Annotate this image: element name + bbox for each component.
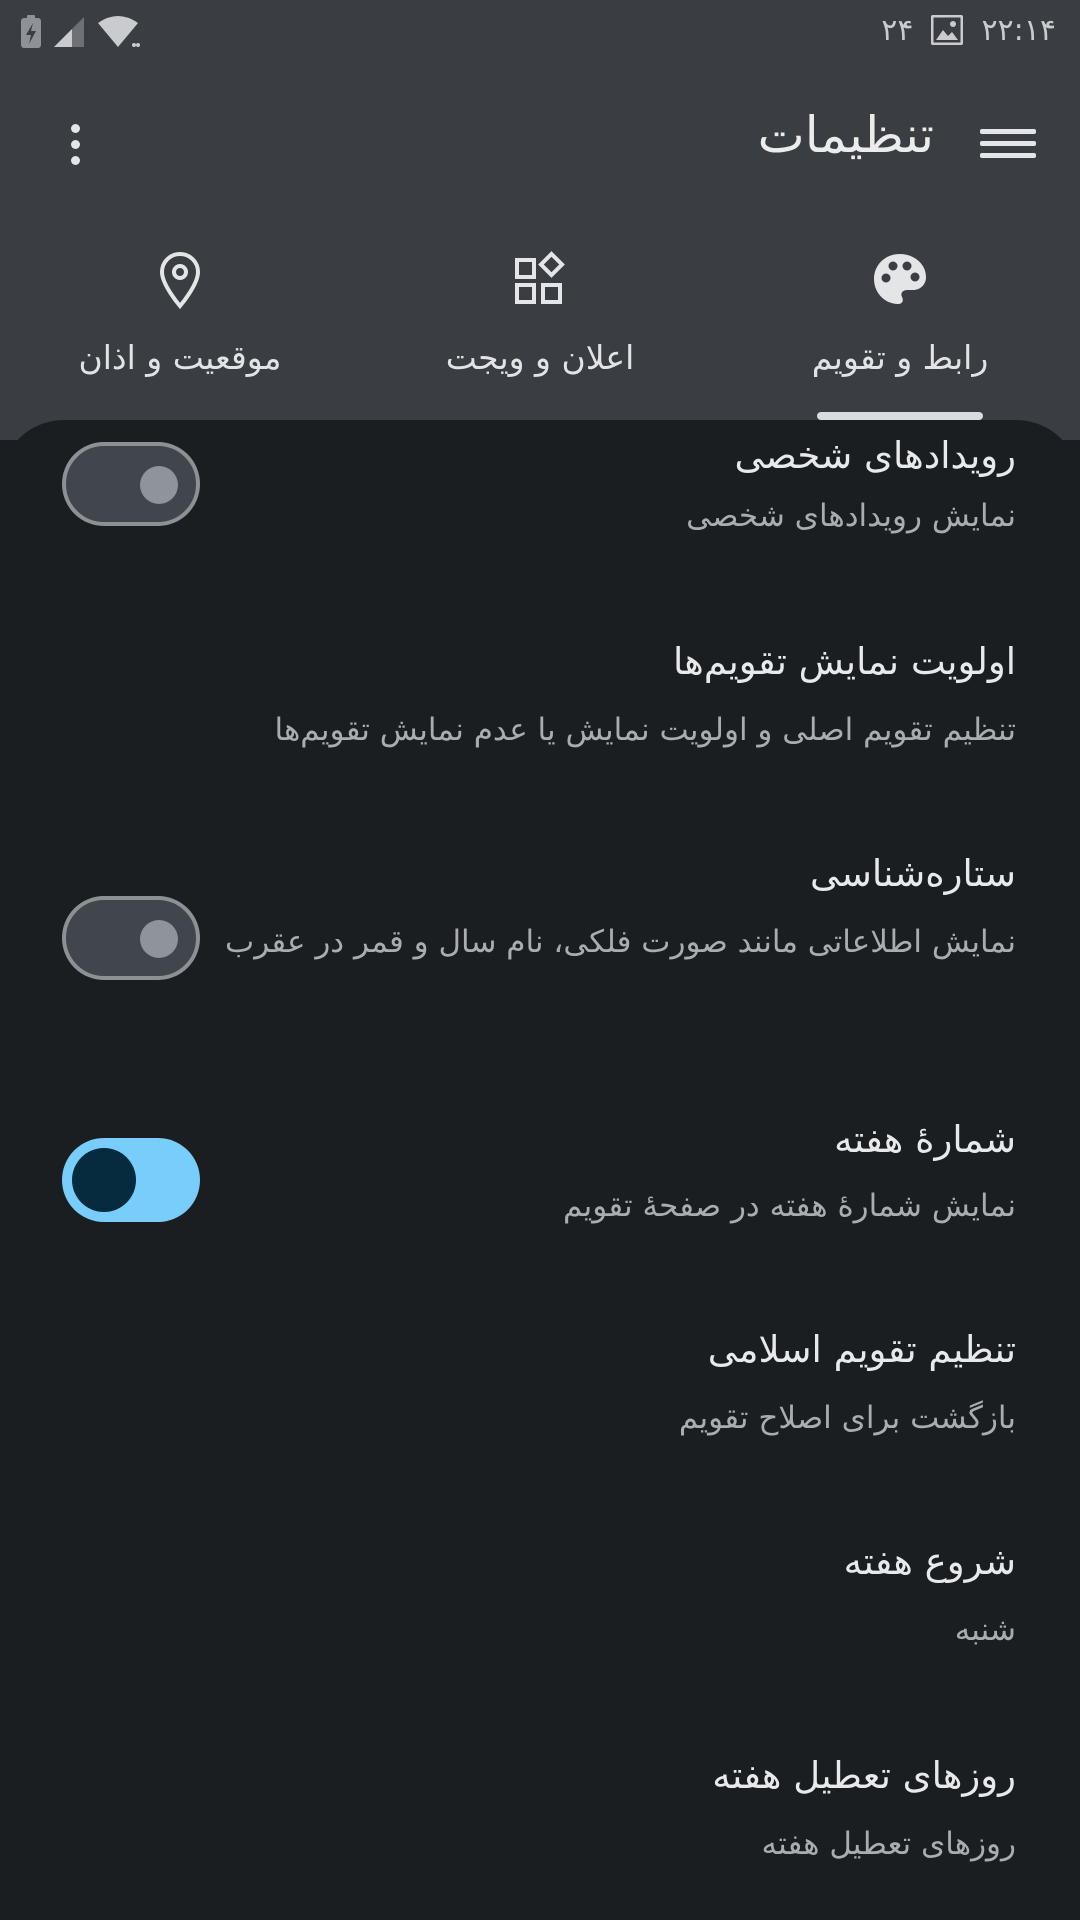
setting-week-start[interactable]: شروع هفته شنبه	[0, 1520, 1080, 1710]
location-pin-icon	[159, 251, 201, 310]
more-options-icon[interactable]	[60, 124, 90, 172]
tab-interface-calendar[interactable]: رابط و تقویم	[740, 250, 1060, 420]
settings-list: رویدادهای شخصی نمایش رویدادهای شخصی اولو…	[0, 420, 1080, 1920]
status-bar: ۲۴ ۲۲:۱۴	[0, 0, 1080, 64]
tab-label: اعلان و ویجت	[445, 338, 635, 377]
setting-title: اولویت نمایش تقویم‌ها	[673, 640, 1016, 683]
widgets-icon	[515, 251, 565, 304]
status-date: ۲۴	[881, 12, 914, 48]
setting-title: شروع هفته	[843, 1540, 1016, 1583]
setting-title: تنظیم تقویم اسلامی	[707, 1328, 1016, 1371]
setting-subtitle: شنبه	[954, 1612, 1016, 1648]
tab-location-azan[interactable]: موقعیت و اذان	[20, 250, 340, 420]
setting-subtitle: نمایش رویدادهای شخصی	[686, 498, 1016, 534]
setting-title: شمارهٔ هفته	[834, 1118, 1016, 1161]
tab-label: موقعیت و اذان	[78, 338, 282, 377]
setting-subtitle: نمایش اطلاعاتی مانند صورت فلکی، نام سال …	[225, 924, 1016, 960]
setting-calendar-priority[interactable]: اولویت نمایش تقویم‌ها تنظیم تقویم اصلی و…	[0, 620, 1080, 800]
setting-weekend-days[interactable]: روزهای تعطیل هفته روزهای تعطیل هفته	[0, 1730, 1080, 1920]
image-notification-icon	[931, 15, 964, 45]
setting-subtitle: نمایش شمارهٔ هفته در صفحهٔ تقویم	[563, 1188, 1016, 1224]
battery-charging-icon	[21, 15, 41, 48]
setting-subtitle: بازگشت برای اصلاح تقویم	[678, 1400, 1016, 1436]
personal-events-switch[interactable]	[62, 442, 200, 526]
setting-title: روزهای تعطیل هفته	[712, 1754, 1016, 1797]
selected-tab-indicator	[817, 412, 983, 420]
status-time: ۲۲:۱۴	[981, 12, 1056, 48]
week-number-switch[interactable]	[62, 1138, 200, 1222]
cell-signal-icon	[54, 17, 84, 47]
setting-personal-events[interactable]: رویدادهای شخصی نمایش رویدادهای شخصی	[0, 420, 1080, 590]
astronomy-switch[interactable]	[62, 896, 200, 980]
setting-subtitle: روزهای تعطیل هفته	[761, 1826, 1016, 1862]
setting-astronomy[interactable]: ستاره‌شناسی نمایش اطلاعاتی مانند صورت فل…	[0, 830, 1080, 1070]
status-icons-left	[20, 14, 140, 50]
tab-notification-widget[interactable]: اعلان و ویجت	[380, 250, 700, 420]
setting-subtitle: تنظیم تقویم اصلی و اولویت نمایش یا عدم ن…	[274, 712, 1017, 748]
app-bar: تنظیمات	[0, 100, 1080, 190]
setting-title: ستاره‌شناسی	[810, 852, 1016, 895]
wifi-icon	[98, 16, 140, 47]
setting-week-number[interactable]: شمارهٔ هفته نمایش شمارهٔ هفته در صفحهٔ ت…	[0, 1100, 1080, 1290]
hamburger-menu-icon[interactable]	[980, 122, 1036, 168]
setting-islamic-calendar[interactable]: تنظیم تقویم اسلامی بازگشت برای اصلاح تقو…	[0, 1310, 1080, 1500]
page-title: تنظیمات	[757, 106, 934, 164]
setting-title: رویدادهای شخصی	[734, 434, 1016, 477]
tab-bar: رابط و تقویم اعلان و ویجت موقعیت و اذان	[0, 250, 1080, 420]
palette-icon	[874, 254, 926, 304]
tab-label: رابط و تقویم	[811, 338, 989, 377]
status-icons-right: ۲۴ ۲۲:۱۴	[881, 10, 1056, 50]
